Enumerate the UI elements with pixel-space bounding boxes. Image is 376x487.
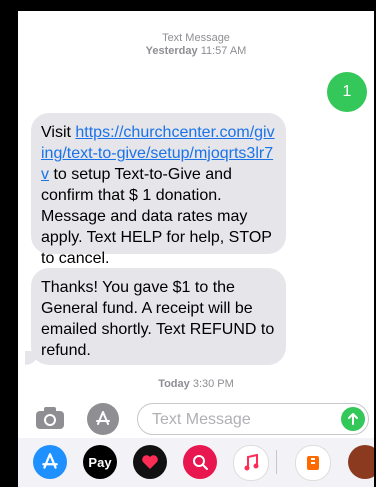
music-note-icon[interactable] [233,445,269,481]
bubble-tail [25,351,39,365]
outgoing-message-bubble[interactable]: 1 [327,72,367,112]
app-store-app-icon[interactable] [33,445,67,479]
message-text-field[interactable] [137,403,369,435]
footer-timestamp: Today 3:30 PM [158,378,234,390]
receipt-message-text: Thanks! You gave $1 to the General fund.… [41,279,275,359]
incoming-message-bubble[interactable]: Visit https://churchcenter.com/giving/te… [31,113,286,267]
apple-pay-label: Pay [88,454,112,470]
message-suffix: to setup Text-to-Give and confirm that $… [41,166,272,267]
apple-pay-icon[interactable]: Pay [83,445,117,479]
heart-icon[interactable] [133,445,167,479]
messages-screen: Text Message Yesterday 11:57 AM 1 Visit … [18,11,374,487]
app-divider [276,450,277,474]
app-drawer: Pay [18,438,374,487]
message-input[interactable] [150,409,324,431]
app-store-icon[interactable] [87,403,119,435]
header-timestamp: Yesterday 11:57 AM [145,45,247,57]
service-label: Text Message [162,32,230,44]
ticket-icon[interactable] [295,445,331,481]
message-prefix: Visit [41,124,76,141]
bible-icon[interactable] [348,445,374,479]
send-arrow-icon[interactable] [341,407,365,431]
incoming-message-bubble-2[interactable]: Thanks! You gave $1 to the General fund.… [31,268,286,365]
conversation-header: Text Message Yesterday 11:57 AM [18,32,374,58]
outgoing-message-text: 1 [342,83,352,100]
composer-row [18,403,374,437]
search-globe-icon[interactable] [183,445,217,479]
camera-icon[interactable] [35,406,65,435]
